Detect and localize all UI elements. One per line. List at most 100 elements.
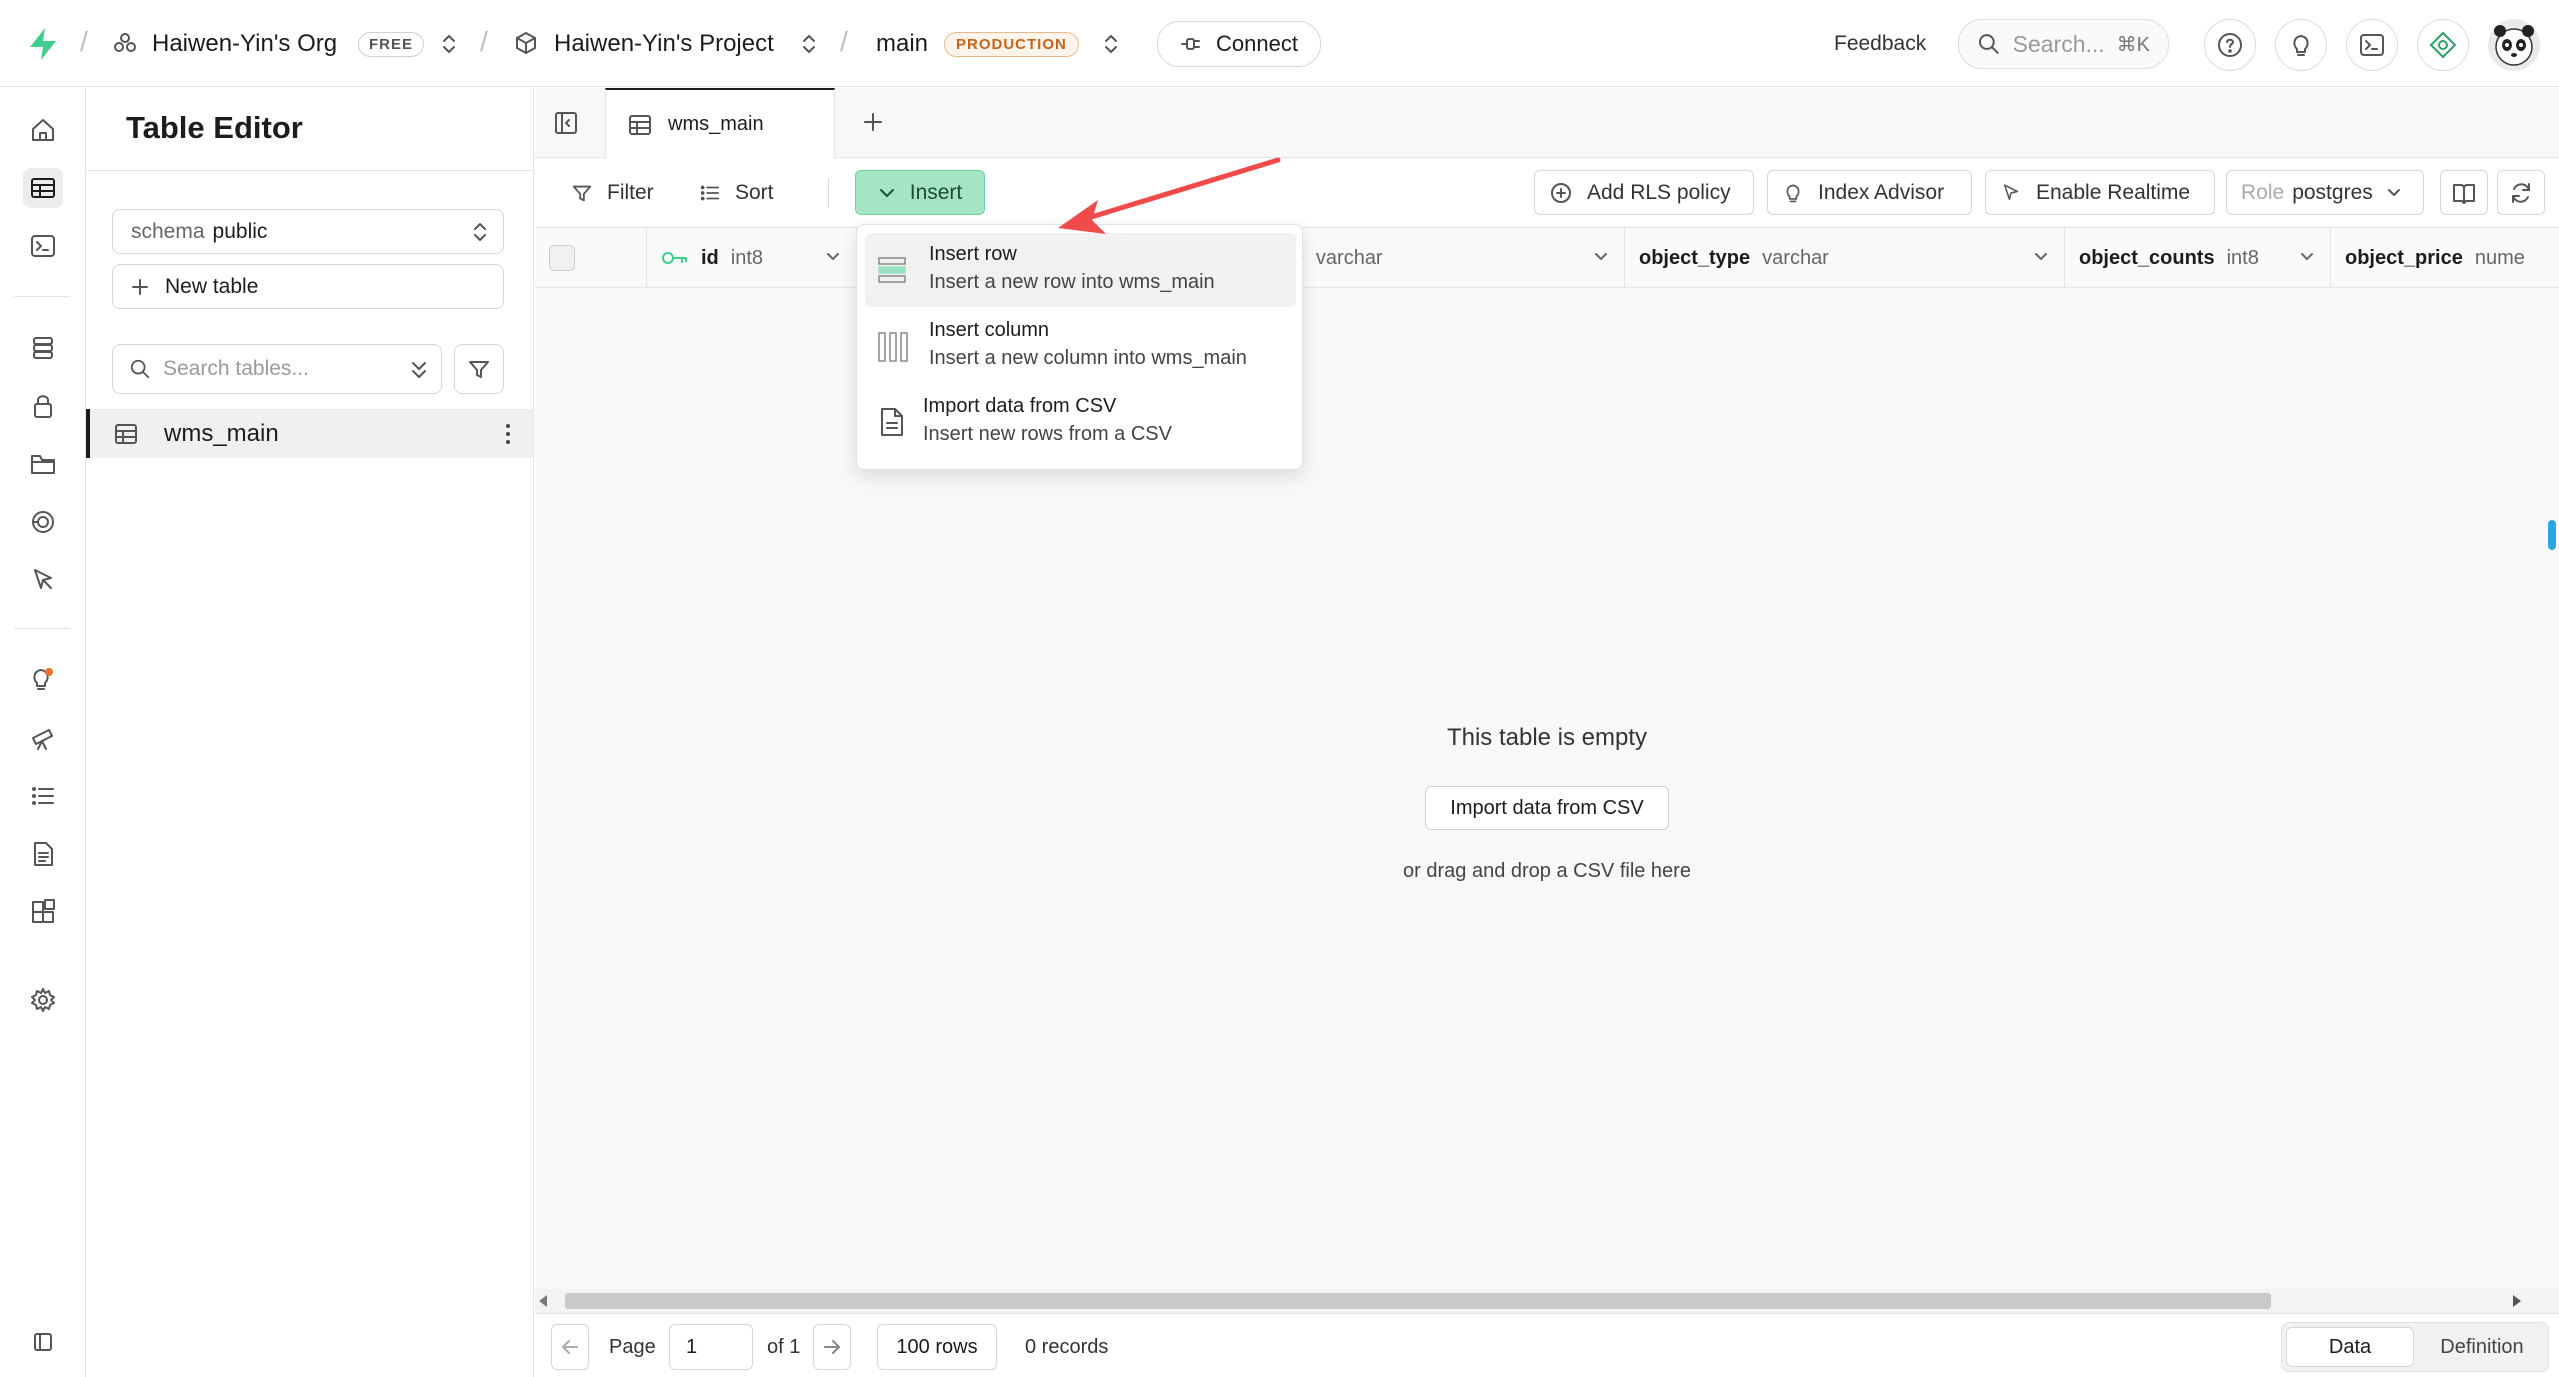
settings-gear-icon[interactable] xyxy=(23,980,63,1020)
chevrons-down-icon[interactable] xyxy=(409,359,429,381)
panel-title: Table Editor xyxy=(126,110,303,145)
insert-button[interactable]: Insert xyxy=(855,170,985,215)
scroll-thumb[interactable] xyxy=(565,1293,2271,1309)
chevron-down-icon[interactable] xyxy=(2032,248,2050,266)
database-icon[interactable] xyxy=(23,328,63,368)
chevron-down-icon[interactable] xyxy=(1592,248,1610,266)
schema-value: public xyxy=(212,219,268,243)
horizontal-scrollbar[interactable] xyxy=(535,1289,2559,1313)
org-icon xyxy=(112,30,138,56)
annotation-arrow-icon xyxy=(1058,157,1281,234)
auth-lock-icon[interactable] xyxy=(23,386,63,426)
menu-item-import-csv[interactable]: Import data from CSV Insert new rows fro… xyxy=(865,385,1296,459)
connect-button[interactable]: Connect xyxy=(1157,21,1321,67)
logs-list-icon[interactable] xyxy=(23,776,63,816)
project-switcher-chevron-icon[interactable] xyxy=(800,32,818,56)
project-name[interactable]: Haiwen-Yin's Project xyxy=(554,30,774,58)
filter-button[interactable]: Filter xyxy=(557,170,668,215)
vertical-scrollbar[interactable] xyxy=(2543,288,2559,1288)
book-icon xyxy=(2453,183,2475,204)
page-input[interactable]: 1 xyxy=(669,1324,753,1370)
storage-folder-icon[interactable] xyxy=(23,444,63,484)
new-tab-plus-icon[interactable] xyxy=(861,110,885,134)
next-page-button[interactable] xyxy=(813,1324,851,1370)
more-vertical-icon[interactable] xyxy=(505,423,511,445)
index-advisor-button[interactable]: Index Advisor xyxy=(1767,170,1972,215)
supabase-logo-icon[interactable] xyxy=(26,26,60,62)
scroll-left-arrow-icon[interactable] xyxy=(539,1295,547,1307)
column-header-id[interactable]: id int8 xyxy=(647,228,857,288)
edge-functions-icon[interactable] xyxy=(23,502,63,542)
column-header-name[interactable]: me varchar xyxy=(1275,228,1625,288)
plus-circle-icon xyxy=(1551,182,1571,203)
chevron-down-icon[interactable] xyxy=(824,248,842,266)
enable-realtime-button[interactable]: Enable Realtime xyxy=(1985,170,2215,215)
menu-item-desc: Insert a new column into wms_main xyxy=(929,347,1247,369)
definition-tab[interactable]: Definition xyxy=(2418,1327,2546,1367)
column-header-object_type[interactable]: object_type varchar xyxy=(1625,228,2065,288)
nav-rail xyxy=(0,88,86,1377)
global-search[interactable]: Search... ⌘K xyxy=(1958,19,2169,69)
rows-per-page-button[interactable]: 100 rows xyxy=(877,1324,997,1370)
sql-editor-icon[interactable] xyxy=(23,226,63,266)
document-icon xyxy=(881,408,903,436)
scroll-right-arrow-icon[interactable] xyxy=(2513,1295,2521,1307)
chevron-down-icon[interactable] xyxy=(2298,248,2316,266)
reports-telescope-icon[interactable] xyxy=(23,718,63,758)
cursor-icon xyxy=(2003,183,2019,200)
role-selector[interactable]: Role postgres xyxy=(2226,170,2424,215)
org-switcher-chevron-icon[interactable] xyxy=(440,32,458,56)
feedback-button[interactable]: Feedback xyxy=(1834,32,1926,56)
question-icon xyxy=(2218,33,2242,57)
arrow-right-icon xyxy=(824,1340,840,1354)
role-prefix: Role xyxy=(2241,180,2285,204)
table-item-wms_main[interactable]: wms_main xyxy=(86,409,533,458)
branch-name[interactable]: main xyxy=(876,30,928,58)
search-tables-input[interactable]: Search tables... xyxy=(112,344,442,394)
filter-tables-button[interactable] xyxy=(454,344,504,394)
index-advisor-label: Index Advisor xyxy=(1818,180,1945,204)
home-icon[interactable] xyxy=(23,110,63,150)
prev-page-button[interactable] xyxy=(551,1324,589,1370)
column-header-object_price[interactable]: object_price nume xyxy=(2331,228,2559,288)
filter-icon xyxy=(572,185,592,201)
advisors-lightbulb-icon[interactable] xyxy=(23,660,63,700)
sql-terminal-button[interactable] xyxy=(2346,19,2398,71)
whats-new-button[interactable] xyxy=(2275,19,2327,71)
menu-item-title: Insert row xyxy=(929,243,1017,265)
realtime-cursor-icon[interactable] xyxy=(23,560,63,600)
import-csv-button[interactable]: Import data from CSV xyxy=(1425,786,1669,830)
docs-book-button[interactable] xyxy=(2440,170,2488,215)
branch-switcher-chevron-icon[interactable] xyxy=(1102,32,1120,56)
avatar[interactable] xyxy=(2488,19,2540,71)
toggle-panel-icon[interactable] xyxy=(553,110,579,136)
menu-item-insert-column[interactable]: Insert column Insert a new column into w… xyxy=(865,309,1296,383)
empty-state-subtitle: or drag and drop a CSV file here xyxy=(1403,860,1691,882)
connect-label: Connect xyxy=(1216,31,1298,56)
scroll-thumb[interactable] xyxy=(2548,520,2556,550)
tab-wms_main[interactable]: wms_main xyxy=(605,88,835,159)
org-plan-badge: FREE xyxy=(358,32,425,57)
schema-selector[interactable]: schema public xyxy=(112,209,504,254)
enable-realtime-label: Enable Realtime xyxy=(2036,180,2191,204)
primary-key-icon xyxy=(662,252,687,264)
integrations-icon[interactable] xyxy=(23,892,63,932)
data-tab[interactable]: Data xyxy=(2286,1327,2414,1367)
top-bar: / Haiwen-Yin's Org FREE / Haiwen-Yin's P… xyxy=(0,0,2559,87)
refresh-button[interactable] xyxy=(2497,170,2545,215)
column-header-object_counts[interactable]: object_counts int8 xyxy=(2065,228,2331,288)
insert-dropdown-menu: Insert row Insert a new row into wms_mai… xyxy=(856,224,1303,470)
api-docs-icon[interactable] xyxy=(23,834,63,874)
select-all-cell xyxy=(535,228,647,288)
menu-item-insert-row[interactable]: Insert row Insert a new row into wms_mai… xyxy=(865,233,1296,307)
help-button[interactable] xyxy=(2204,19,2256,71)
sort-button[interactable]: Sort xyxy=(685,170,788,215)
select-all-checkbox[interactable] xyxy=(549,245,575,271)
org-name[interactable]: Haiwen-Yin's Org xyxy=(152,30,337,58)
add-rls-policy-button[interactable]: Add RLS policy xyxy=(1534,170,1754,215)
table-editor-icon[interactable] xyxy=(23,168,63,208)
new-table-button[interactable]: New table xyxy=(112,264,504,309)
assistant-button[interactable] xyxy=(2417,19,2469,71)
collapse-sidebar-icon[interactable] xyxy=(23,1322,63,1362)
rail-divider xyxy=(14,628,70,629)
